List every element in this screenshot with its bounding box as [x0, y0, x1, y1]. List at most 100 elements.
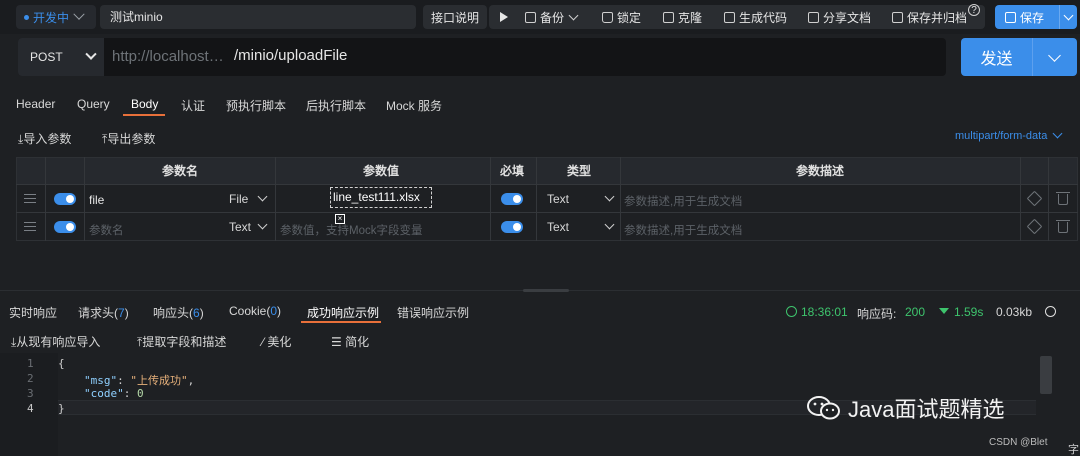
param-field-type-select[interactable]: Text	[229, 220, 251, 234]
col-header-desc: 参数描述	[796, 164, 845, 178]
editor-scrollbar[interactable]	[1040, 356, 1052, 394]
tab-request-headers[interactable]: 请求头(7)	[78, 304, 129, 321]
generate-code-label: 生成代码	[739, 10, 788, 25]
content-type-label: multipart/form-data	[955, 130, 1048, 142]
backup-button[interactable]: 备份	[525, 6, 579, 28]
extract-fields-button[interactable]: ⤒提取字段和描述	[137, 333, 226, 350]
clone-label: 克隆	[678, 10, 703, 25]
list-icon: ☰	[331, 335, 346, 349]
code-line-1[interactable]: {	[58, 357, 65, 370]
resize-grip[interactable]	[523, 289, 569, 292]
tab-cookie[interactable]: Cookie(0)	[229, 304, 281, 318]
environment-label: 开发中	[33, 10, 70, 25]
col-header-value: 参数值	[363, 164, 400, 178]
param-name-input[interactable]: 参数名	[89, 222, 124, 238]
export-params-button[interactable]: ⤒导出参数	[102, 130, 155, 147]
file-value-chip[interactable]: line_test111.xlsx×	[330, 187, 432, 224]
cookie-count: 0	[270, 304, 278, 318]
delete-icon[interactable]	[1056, 220, 1070, 233]
col-divider	[1048, 157, 1049, 241]
col-divider	[45, 157, 46, 241]
tab-body[interactable]: Body	[131, 97, 158, 111]
row-divider	[16, 184, 1078, 185]
url-path-input[interactable]: /minio/uploadFile	[234, 47, 347, 64]
url-host[interactable]: http://localhost…	[112, 48, 224, 65]
response-size: 0.03kb	[996, 305, 1033, 319]
watermark-text: Java面试题精选	[848, 397, 1005, 422]
chevron-down-icon	[1052, 128, 1063, 139]
clone-button[interactable]: 克隆	[663, 6, 702, 28]
tab-realtime-response[interactable]: 实时响应	[9, 304, 57, 321]
col-divider	[84, 157, 85, 241]
generate-code-button[interactable]: 生成代码	[724, 6, 787, 28]
lock-icon	[602, 11, 613, 23]
line-number: 2	[27, 372, 34, 385]
required-toggle[interactable]	[501, 221, 523, 233]
share-doc-label: 分享文档	[823, 10, 872, 25]
simplify-label: 简化	[345, 335, 370, 349]
chevron-down-icon	[73, 8, 85, 20]
json-string-value: "上传成功"	[130, 374, 188, 387]
csdn-watermark: CSDN @Blet	[989, 437, 1048, 448]
save-button[interactable]: 保存	[995, 5, 1059, 29]
play-icon	[500, 12, 508, 22]
drag-handle-icon[interactable]	[24, 194, 36, 203]
tab-mock[interactable]: Mock 服务	[386, 97, 442, 114]
save-archive-button[interactable]: 保存并归档	[892, 6, 967, 28]
response-time: 18:36:01	[801, 305, 848, 319]
param-type-select[interactable]: Text	[547, 220, 569, 234]
row-enabled-toggle[interactable]	[54, 221, 76, 233]
tab-pre-script[interactable]: 预执行脚本	[226, 97, 286, 114]
environment-selector[interactable]: 开发中	[16, 5, 96, 29]
tab-query[interactable]: Query	[77, 97, 110, 111]
file-name: line_test111.xlsx	[333, 190, 420, 204]
param-name-input[interactable]: file	[89, 193, 104, 207]
clock-icon	[786, 306, 797, 317]
col-divider	[1020, 157, 1021, 241]
simplify-button[interactable]: ☰ 简化	[331, 333, 369, 350]
col-divider	[536, 157, 537, 241]
delete-icon[interactable]	[1056, 192, 1070, 205]
tab-auth[interactable]: 认证	[181, 97, 205, 114]
code-line-4[interactable]: }	[58, 402, 65, 415]
param-desc-input[interactable]: 参数描述,用于生成文档	[624, 193, 742, 209]
help-icon[interactable]: ?	[968, 4, 980, 16]
import-params-button[interactable]: ⤓导入参数	[18, 130, 71, 147]
code-icon	[724, 11, 735, 23]
import-from-response-button[interactable]: ⤓从现有响应导入	[11, 333, 100, 350]
tab-success-example[interactable]: 成功响应示例	[307, 304, 379, 321]
import-from-response-label: 从现有响应导入	[16, 335, 101, 349]
req-headers-count: 7	[118, 306, 125, 320]
tab-header[interactable]: Header	[16, 97, 55, 111]
send-dropdown-button[interactable]	[1032, 38, 1077, 76]
content-type-selector[interactable]: multipart/form-data	[955, 128, 1063, 142]
param-type-select[interactable]: Text	[547, 192, 569, 206]
code-line-3[interactable]: "code": 0	[84, 387, 144, 400]
run-button[interactable]	[500, 6, 508, 28]
api-doc-button[interactable]: 接口说明	[423, 5, 488, 29]
method-selector[interactable]: POST	[18, 38, 104, 76]
drag-handle-icon[interactable]	[24, 222, 36, 231]
param-desc-input[interactable]: 参数描述,用于生成文档	[624, 222, 742, 238]
tab-error-example[interactable]: 错误响应示例	[397, 304, 469, 321]
required-toggle[interactable]	[501, 193, 523, 205]
line-number: 4	[27, 402, 34, 415]
param-field-type-select[interactable]: File	[229, 192, 248, 206]
lock-button[interactable]: 锁定	[602, 6, 641, 28]
beautify-button[interactable]: ⁄ 美化	[262, 333, 291, 350]
code-line-2[interactable]: "msg": "上传成功",	[84, 372, 194, 388]
tab-post-script[interactable]: 后执行脚本	[306, 97, 366, 114]
param-value-input[interactable]: 参数值，支持Mock字段变量	[280, 222, 422, 238]
send-button[interactable]: 发送	[961, 38, 1032, 76]
cookie-label: Cookie	[229, 304, 267, 318]
lock-label: 锁定	[617, 10, 642, 25]
save-dropdown-button[interactable]	[1059, 5, 1077, 29]
globe-icon[interactable]	[1045, 306, 1056, 317]
request-name-input[interactable]: 测试minio	[100, 5, 416, 29]
row-enabled-toggle[interactable]	[54, 193, 76, 205]
share-doc-button[interactable]: 分享文档	[808, 6, 871, 28]
json-key: "code"	[84, 387, 124, 400]
backup-label: 备份	[540, 10, 565, 25]
active-tab-underline	[123, 114, 165, 116]
tab-response-headers[interactable]: 响应头(6)	[153, 304, 204, 321]
